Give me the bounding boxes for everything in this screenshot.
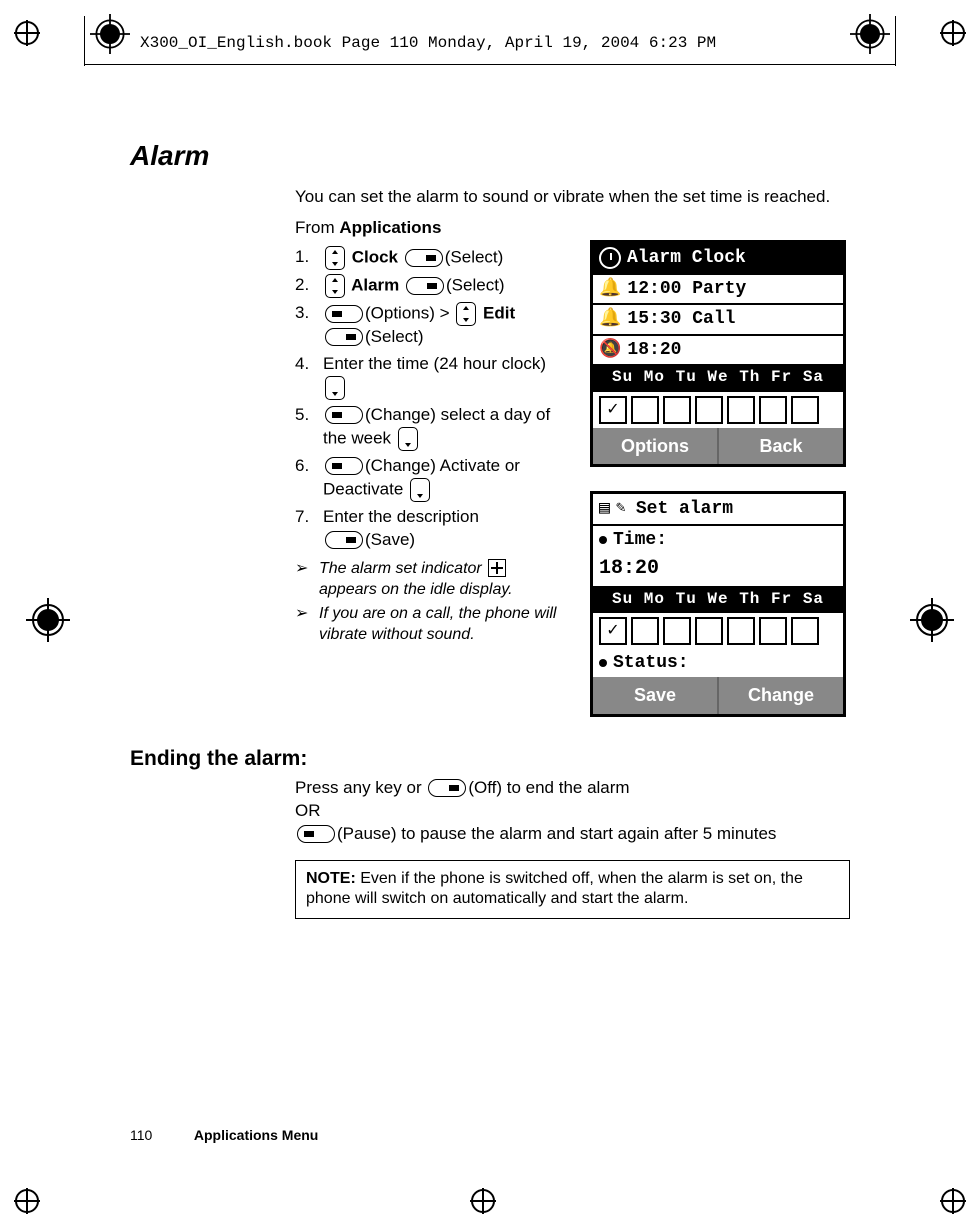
day-checkbox [727, 617, 755, 645]
ending-or: OR [295, 800, 850, 823]
phone-screenshot-alarm-clock: Alarm Clock 🔔12:00 Party 🔔15:30 Call 🔕18… [590, 240, 846, 467]
ending-line1: Press any key or (Off) to end the alarm [295, 777, 850, 800]
softkey-change: Change [717, 677, 843, 713]
file-stamp: X300_OI_English.book Page 110 Monday, Ap… [140, 34, 716, 52]
crop-line [84, 16, 85, 66]
intro-text: You can set the alarm to sound or vibrat… [295, 186, 850, 209]
softkey-right-icon [325, 531, 363, 549]
day-checkbox [631, 396, 659, 424]
footer-section: Applications Menu [194, 1127, 318, 1143]
body-column: You can set the alarm to sound or vibrat… [295, 186, 850, 717]
day-checkbox [759, 617, 787, 645]
note-1: The alarm set indicator appears on the i… [295, 558, 566, 601]
days-row: Su Mo Tu We Th Fr Sa [593, 586, 843, 614]
day-checkbox [791, 396, 819, 424]
softkey-left-icon [297, 825, 335, 843]
page: X300_OI_English.book Page 110 Monday, Ap… [0, 0, 980, 1228]
step-7: 7. Enter the description (Save) [295, 506, 566, 552]
reg-target-icon [850, 14, 890, 59]
note-text: Even if the phone is switched off, when … [306, 870, 803, 908]
note-box: NOTE: Even if the phone is switched off,… [295, 860, 850, 920]
page-number: 110 [130, 1127, 190, 1143]
day-selection: ✓ [593, 392, 843, 428]
notes-list: The alarm set indicator appears on the i… [295, 558, 566, 646]
pencil-icon [616, 502, 630, 516]
step-1: 1. Clock (Select) [295, 246, 566, 270]
nav-key-icon [325, 274, 345, 298]
day-checkbox [631, 617, 659, 645]
days-row: Su Mo Tu We Th Fr Sa [593, 364, 843, 392]
nav-down-icon [410, 478, 430, 502]
reg-mark-icon [940, 20, 966, 46]
time-value: 18:20 [593, 555, 843, 586]
day-checkbox [759, 396, 787, 424]
reg-mark-icon [470, 1188, 496, 1214]
crop-line [84, 64, 896, 65]
nav-key-icon [456, 302, 476, 326]
day-checkbox [727, 396, 755, 424]
softkey-right-icon [325, 328, 363, 346]
step-2: 2. Alarm (Select) [295, 274, 566, 298]
ending-heading: Ending the alarm: [130, 747, 850, 771]
note-2: If you are on a call, the phone will vib… [295, 603, 566, 646]
step-4: 4. Enter the time (24 hour clock) [295, 353, 566, 400]
bell-icon: 🔔 [599, 307, 621, 331]
softkey-right-icon [406, 277, 444, 295]
softkey-right-icon [428, 779, 466, 797]
reg-mark-icon [14, 20, 40, 46]
softkey-left-icon [325, 457, 363, 475]
day-checkbox [663, 617, 691, 645]
day-checkbox [663, 396, 691, 424]
reg-mark-icon [14, 1188, 40, 1214]
bell-icon: 🔔 [599, 277, 621, 301]
crop-line [895, 16, 896, 66]
softkey-left-icon [325, 406, 363, 424]
ending-line2: (Pause) to pause the alarm and start aga… [295, 823, 850, 846]
step-5: 5. (Change) select a day of the week [295, 404, 566, 451]
reg-target-icon [26, 598, 70, 647]
softkey-save: Save [593, 677, 717, 713]
section-title: Alarm [130, 140, 850, 172]
reg-target-icon [910, 598, 954, 647]
content-area: Alarm You can set the alarm to sound or … [130, 140, 850, 919]
day-checkbox: ✓ [599, 396, 627, 424]
step-3: 3. (Options) > Edit (Select) [295, 302, 566, 349]
day-selection: ✓ [593, 613, 843, 649]
step-6: 6. (Change) Activate or Deactivate [295, 455, 566, 502]
day-checkbox [695, 617, 723, 645]
from-app: Applications [339, 218, 441, 237]
steps-list: 1. Clock (Select) 2. Alarm (Select) 3. (… [295, 246, 566, 552]
nav-down-icon [325, 376, 345, 400]
softkey-right-icon [405, 249, 443, 267]
day-checkbox [791, 617, 819, 645]
day-checkbox: ✓ [599, 617, 627, 645]
alarm-indicator-icon [488, 559, 506, 577]
from-label: From [295, 218, 339, 237]
reg-target-icon [90, 14, 130, 59]
nav-down-icon [398, 427, 418, 451]
day-checkbox [695, 396, 723, 424]
phone-screenshot-set-alarm: ▤Set alarm Time: 18:20 Su Mo Tu We Th Fr… [590, 491, 846, 717]
bullet-icon [599, 659, 607, 667]
bell-off-icon: 🔕 [599, 338, 621, 362]
bullet-icon [599, 536, 607, 544]
nav-key-icon [325, 246, 345, 270]
footer: 110 Applications Menu [130, 1127, 318, 1143]
reg-mark-icon [940, 1188, 966, 1214]
clock-icon [599, 247, 621, 269]
softkey-back: Back [717, 428, 843, 464]
note-label: NOTE: [306, 870, 356, 887]
softkey-options: Options [593, 428, 717, 464]
list-icon: ▤ [599, 497, 610, 521]
softkey-left-icon [325, 305, 363, 323]
